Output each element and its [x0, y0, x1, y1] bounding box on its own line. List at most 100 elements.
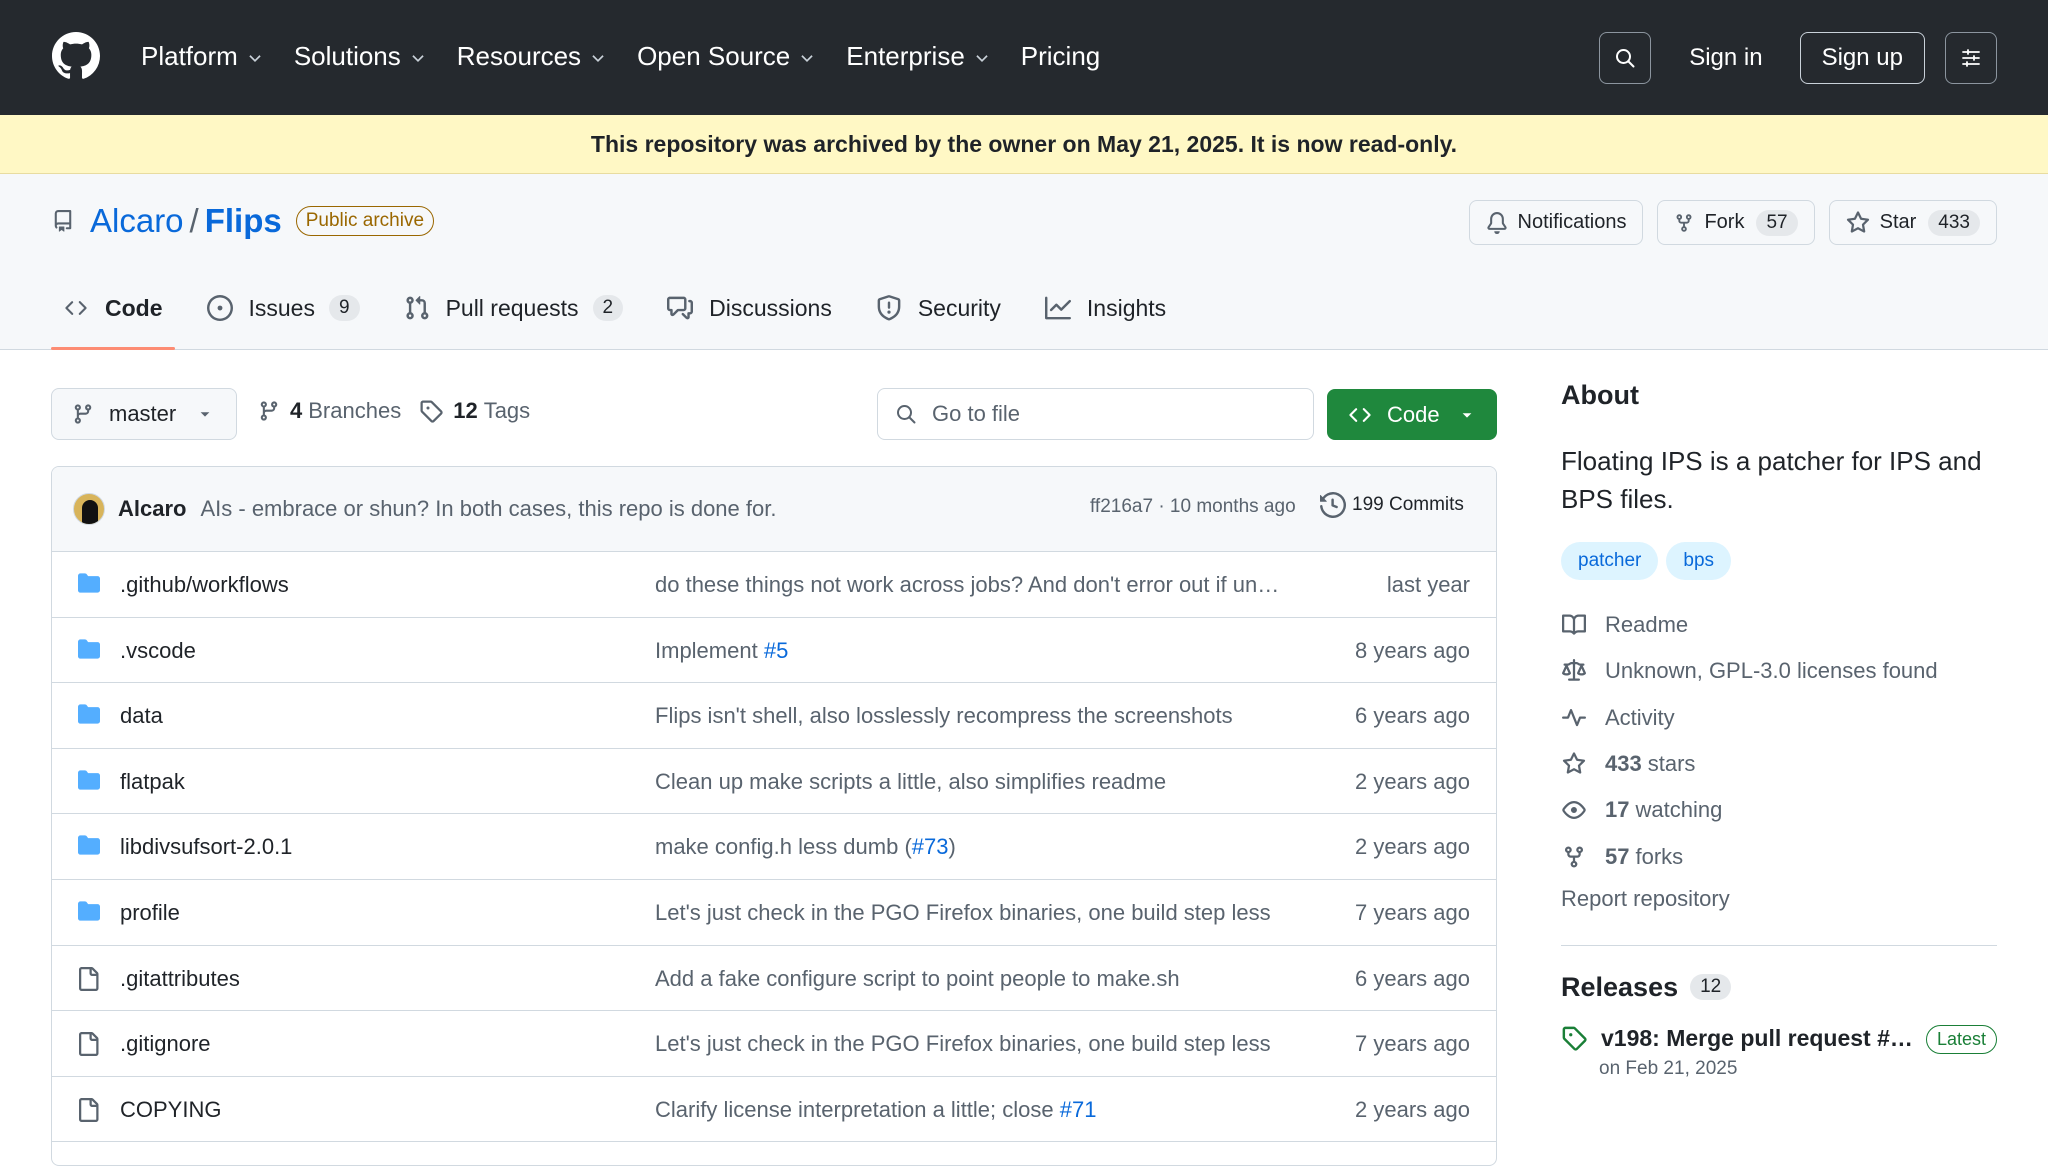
topic-tag[interactable]: patcher — [1561, 542, 1659, 580]
forks-link[interactable]: 57 forks — [1561, 833, 1997, 879]
table-row[interactable]: libdivsufsort-2.0.1 make config.h less du… — [52, 814, 1496, 880]
folder-icon — [76, 900, 102, 922]
avatar[interactable] — [73, 493, 105, 525]
topic-tag[interactable]: bps — [1666, 542, 1732, 580]
commit-age: 8 years ago — [1355, 637, 1470, 663]
about-links: Readme Unknown, GPL-3.0 licenses found A… — [1561, 602, 1997, 880]
commit-message-link[interactable]: Let's just check in the PGO Firefox bina… — [655, 900, 1271, 926]
file-name-link[interactable]: profile — [120, 900, 180, 926]
table-row[interactable]: COPYING Clarify license interpretation a … — [52, 1077, 1496, 1143]
releases-heading[interactable]: Releases — [1561, 972, 1678, 1003]
tab-issues[interactable]: Issues 9 — [195, 266, 372, 350]
commits-count: 199 Commits — [1352, 494, 1464, 515]
tab-insights[interactable]: Insights — [1033, 266, 1178, 350]
file-name-link[interactable]: .github/workflows — [120, 572, 289, 598]
watching-link[interactable]: 17 watching — [1561, 787, 1997, 833]
tab-label: Discussions — [709, 294, 832, 321]
table-row[interactable]: .gitignore Let's just check in the PGO Fi… — [52, 1011, 1496, 1077]
report-repository-link[interactable]: Report repository — [1561, 886, 1997, 912]
search-button[interactable] — [1599, 32, 1652, 84]
sign-up-button[interactable]: Sign up — [1799, 32, 1925, 84]
nav-enterprise[interactable]: Enterprise — [846, 41, 991, 72]
tab-discussions[interactable]: Discussions — [655, 266, 844, 350]
file-name-link[interactable]: .vscode — [120, 638, 196, 664]
commit-message-link[interactable]: Implement #5 — [655, 638, 788, 664]
nav-resources[interactable]: Resources — [457, 41, 607, 72]
fork-button[interactable]: Fork 57 — [1657, 200, 1815, 245]
file-name-link[interactable]: flatpak — [120, 769, 185, 795]
branches-link[interactable]: Branches — [308, 398, 401, 424]
file-name-link[interactable]: COPYING — [120, 1097, 221, 1123]
latest-release[interactable]: v198: Merge pull request #… Latest — [1561, 1024, 1997, 1054]
branches-count[interactable]: 4 — [290, 398, 302, 424]
folder-icon — [76, 834, 102, 856]
file-name-link[interactable]: data — [120, 703, 163, 729]
tags-count[interactable]: 12 — [453, 398, 477, 424]
repo-header: Alcaro / Flips Public archive Notificati… — [0, 174, 2048, 350]
stars-link[interactable]: 433 stars — [1561, 741, 1997, 787]
commit-message-link[interactable]: Let's just check in the PGO Firefox bina… — [655, 1031, 1271, 1057]
releases-header: Releases 12 — [1561, 972, 1997, 1003]
sidebar-divider — [1561, 944, 1997, 946]
table-row[interactable]: .vscode Implement #5 8 years ago — [52, 618, 1496, 684]
issue-link[interactable]: #71 — [1060, 1097, 1097, 1122]
commits-link[interactable]: 199 Commits — [1320, 492, 1464, 518]
star-button[interactable]: Star 433 — [1828, 200, 1997, 245]
nav-label: Enterprise — [846, 40, 965, 71]
commit-message[interactable]: AIs - embrace or shun? In both cases, th… — [200, 496, 776, 522]
archive-banner: This repository was archived by the owne… — [0, 115, 2048, 174]
table-row[interactable]: data Flips isn't shell, also losslessly r… — [52, 683, 1496, 749]
readme-link[interactable]: Readme — [1561, 602, 1997, 648]
branch-selector[interactable]: master — [51, 388, 237, 440]
repo-owner-link[interactable]: Alcaro — [90, 202, 184, 240]
repo-description: Floating IPS is a patcher for IPS and BP… — [1561, 446, 1982, 514]
commit-message-link[interactable]: Clarify license interpretation a little;… — [655, 1097, 1096, 1123]
file-name-link[interactable]: .gitignore — [120, 1031, 211, 1057]
activity-link[interactable]: Activity — [1561, 695, 1997, 741]
repo-name-link[interactable]: Flips — [205, 202, 282, 240]
star-count: 433 — [1928, 209, 1980, 236]
code-dropdown-button[interactable]: Code — [1327, 389, 1497, 440]
tags-link[interactable]: Tags — [484, 398, 530, 424]
github-logo-icon[interactable] — [52, 32, 100, 80]
table-row[interactable]: flatpak Clean up make scripts a little, a… — [52, 749, 1496, 815]
nav-label: Solutions — [293, 40, 401, 71]
nav-solutions[interactable]: Solutions — [294, 41, 427, 72]
table-row[interactable]: .github/workflows do these things not wor… — [52, 552, 1496, 618]
folder-icon — [76, 572, 102, 594]
sign-in-link[interactable]: Sign in — [1689, 44, 1762, 72]
issue-link[interactable]: #73 — [912, 834, 949, 859]
nav-platform[interactable]: Platform — [141, 41, 264, 72]
commit-message-link[interactable]: Flips isn't shell, also losslessly recom… — [655, 703, 1233, 729]
commit-message-link[interactable]: Add a fake configure script to point peo… — [655, 966, 1180, 992]
latest-badge: Latest — [1925, 1024, 1997, 1054]
commit-message-link[interactable]: do these things not work across jobs? An… — [655, 572, 1279, 598]
nav-open-source[interactable]: Open Source — [637, 41, 816, 72]
go-to-file-input[interactable]: Go to file — [877, 388, 1314, 440]
release-title[interactable]: v198: Merge pull request #… — [1601, 1025, 1913, 1052]
tab-security[interactable]: Security — [864, 266, 1013, 350]
commit-message-link[interactable]: make config.h less dumb (#73) — [655, 834, 956, 860]
notifications-button[interactable]: Notifications — [1468, 200, 1644, 245]
graph-icon — [1044, 296, 1071, 320]
caret-down-icon — [1462, 412, 1471, 418]
search-icon — [1616, 49, 1635, 68]
nav-pricing[interactable]: Pricing — [1021, 41, 1100, 72]
commit-age: 2 years ago — [1355, 768, 1470, 794]
readme-label: Readme — [1605, 612, 1689, 638]
table-row[interactable]: .gitattributes Add a fake configure scrip… — [52, 946, 1496, 1012]
tab-code[interactable]: Code — [51, 266, 175, 350]
issue-link[interactable]: #5 — [764, 638, 788, 663]
table-row[interactable]: profile Let's just check in the PGO Firef… — [52, 880, 1496, 946]
settings-menu-button[interactable] — [1945, 32, 1997, 84]
commit-message-link[interactable]: Clean up make scripts a little, also sim… — [655, 769, 1166, 795]
file-name-link[interactable]: .gitattributes — [120, 966, 240, 992]
commit-author[interactable]: Alcaro — [118, 496, 186, 522]
license-link[interactable]: Unknown, GPL-3.0 licenses found — [1561, 648, 1997, 694]
commit-message-text: Add a fake configure script to point peo… — [655, 965, 1180, 991]
folder-icon — [76, 638, 102, 660]
tab-pull-requests[interactable]: Pull requests 2 — [392, 266, 636, 350]
forks-count: 57 — [1605, 843, 1630, 869]
file-name-link[interactable]: libdivsufsort-2.0.1 — [120, 834, 292, 860]
commit-hash-time[interactable]: ff216a7 · 10 months ago — [1090, 496, 1296, 518]
